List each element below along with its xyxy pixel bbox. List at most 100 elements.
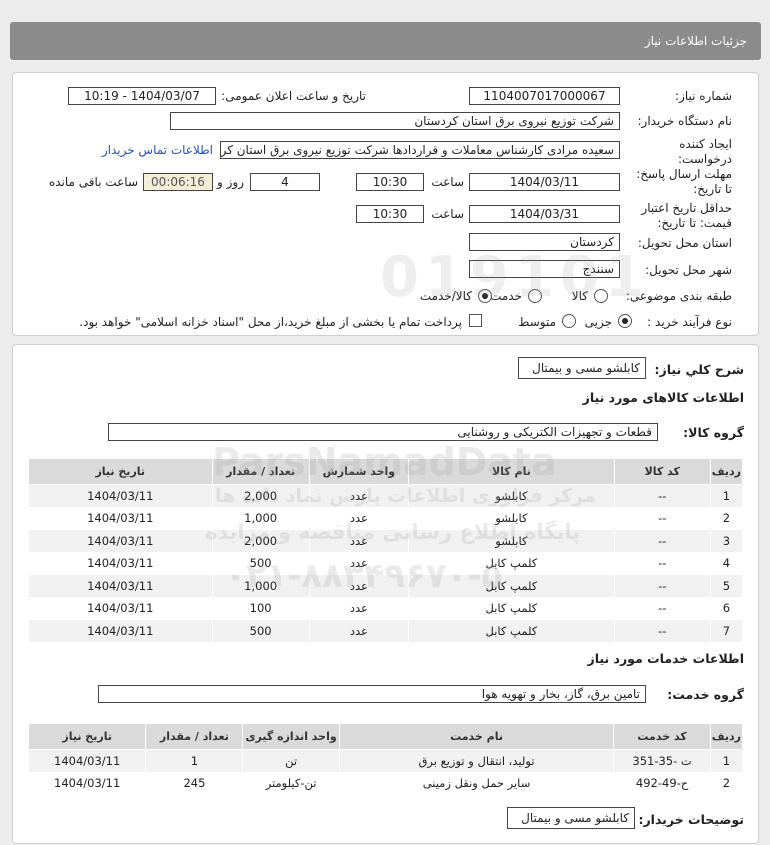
table-row[interactable]: 4 -- کلمپ کابل عدد 500 1404/03/11 (28, 551, 744, 575)
services-cell: 1404/03/11 (27, 771, 147, 795)
goods-cell: عدد (308, 596, 410, 620)
page-header: جزئیات اطلاعات نیاز (10, 22, 761, 60)
validity-label-2: قیمت: تا تاریخ: (657, 216, 732, 230)
goods-cell: کابلشو (408, 484, 615, 508)
services-group-field[interactable]: تامین برق، گاز، بخار و تهویه هوا (98, 685, 646, 703)
goods-cell: 100 (211, 596, 310, 620)
goods-cell: کلمپ کابل (408, 596, 615, 620)
days-remaining-field[interactable]: 4 (250, 173, 320, 191)
goods-cell: 1404/03/11 (28, 574, 213, 598)
process-medium-radio[interactable] (562, 314, 576, 328)
treasury-payment-checkbox[interactable] (469, 314, 482, 327)
services-header-cell: واحد اندازه گیری (242, 723, 340, 750)
deadline-time-field[interactable]: 10:30 (356, 173, 424, 191)
validity-time-field[interactable]: 10:30 (356, 205, 424, 223)
goods-cell: 500 (211, 551, 310, 575)
services-cell: ح-49-492 (613, 771, 711, 795)
buyer-notes-field[interactable]: کابلشو مسی و بیمتال (507, 807, 635, 829)
items-panel: شرح کلي نياز: کابلشو مسی و بیمتال اطلاعا… (12, 344, 759, 844)
table-row[interactable]: 1ت -35-351 تولید، انتقال و توزیع برق تن 1 14… (27, 749, 744, 773)
goods-cell: کلمپ کابل (408, 619, 615, 643)
validity-label-1: حداقل تاریخ اعتبار (641, 201, 732, 215)
announce-datetime-field[interactable]: 1404/03/07 - 10:19 (68, 87, 216, 105)
goods-group-field[interactable]: قطعات و تجهیزات الکتریکی و روشنایی (108, 423, 658, 441)
goods-cell: عدد (308, 574, 410, 598)
summary-field[interactable]: کابلشو مسی و بیمتال (518, 357, 646, 379)
goods-cell: 1404/03/11 (28, 551, 213, 575)
table-row[interactable]: 2 ح-49-492 سایر حمل ونقل زمینی تن-کیلومتر 24… (27, 771, 744, 795)
goods-header-cell: تاریخ نیاز (28, 458, 213, 485)
creator-field[interactable]: سعیده مرادی کارشناس معاملات و قراردادها … (220, 141, 620, 159)
goods-cell: 6 (709, 596, 744, 620)
services-cell: سایر حمل ونقل زمینی (338, 771, 615, 795)
goods-cell: 1404/03/11 (28, 529, 213, 553)
days-label: روز و (217, 175, 244, 189)
services-cell: 1 (145, 749, 244, 773)
validity-date-field[interactable]: 1404/03/31 (469, 205, 620, 223)
goods-cell: -- (613, 596, 711, 620)
category-both-label: کالا/خدمت (419, 289, 472, 303)
province-field[interactable]: کردستان (469, 233, 620, 251)
buyer-contact-link[interactable]: اطلاعات تماس خریدار (102, 143, 213, 157)
goods-header-cell: ردیف (709, 458, 744, 485)
goods-header-cell: نام کالا (408, 458, 615, 485)
goods-cell: کلمپ کابل (408, 574, 615, 598)
goods-cell: 1,000 (211, 506, 310, 530)
services-cell: 1404/03/11 (27, 749, 147, 773)
services-cell: 245 (145, 771, 244, 795)
goods-cell: 1404/03/11 (28, 506, 213, 530)
goods-table: ردیف کد کالا نام کالا واحد شمارش تعداد / مقد… (28, 458, 744, 643)
city-label: شهر محل تحویل: (645, 263, 732, 277)
category-goods-radio[interactable] (594, 289, 608, 303)
need-number-label: شماره نیاز: (675, 89, 732, 103)
goods-cell: 2,000 (211, 529, 310, 553)
buyer-org-field[interactable]: شرکت توزیع نیروی برق استان کردستان (170, 112, 620, 130)
goods-cell: عدد (308, 529, 410, 553)
process-partial-radio[interactable] (618, 314, 632, 328)
goods-cell: عدد (308, 619, 410, 643)
process-type-label: نوع فرآیند خرید : (647, 315, 732, 329)
table-row[interactable]: 3 -- کابلشو عدد 2,000 1404/03/11 (28, 529, 744, 553)
category-service-label: خدمت (490, 289, 522, 303)
table-row[interactable]: 2 -- کابلشو عدد 1,000 1404/03/11 (28, 506, 744, 530)
services-cell: 2 (709, 771, 744, 795)
services-header-cell: نام خدمت (338, 723, 615, 750)
buyer-org-label: نام دستگاه خریدار: (637, 114, 733, 128)
table-row[interactable]: 6 -- کلمپ کابل عدد 100 1404/03/11 (28, 596, 744, 620)
goods-cell: -- (613, 619, 711, 643)
goods-cell: 1404/03/11 (28, 596, 213, 620)
category-label: طبقه بندی موضوعی: (625, 289, 732, 303)
goods-cell: 1404/03/11 (28, 484, 213, 508)
services-section-title: اطلاعات خدمات مورد نیاز (587, 651, 745, 666)
goods-section-title: اطلاعات کالاهای مورد نیاز (582, 390, 744, 405)
goods-cell: 1 (709, 484, 744, 508)
time-remaining-field: 00:06:16 (143, 173, 213, 191)
services-cell: 1 (709, 749, 744, 773)
services-cell: تن-کیلومتر (242, 771, 340, 795)
deadline-label-1: مهلت ارسال پاسخ: (636, 167, 732, 181)
buyer-notes-label: توضیحات خریدار: (638, 812, 744, 827)
services-header-cell: ردیف (709, 723, 744, 750)
page-title: جزئیات اطلاعات نیاز (644, 34, 747, 48)
validity-time-label: ساعت (431, 207, 464, 221)
goods-cell: 2,000 (211, 484, 310, 508)
deadline-date-field[interactable]: 1404/03/11 (469, 173, 620, 191)
goods-cell: کلمپ کابل (408, 551, 615, 575)
table-row[interactable]: 5 -- کلمپ کابل عدد 1,000 1404/03/11 (28, 574, 744, 598)
goods-cell: -- (613, 574, 711, 598)
goods-cell: عدد (308, 484, 410, 508)
need-details-panel: شماره نیاز: 1104007017000067 تاریخ و ساع… (12, 72, 759, 336)
table-row[interactable]: 1 -- کابلشو عدد 2,000 1404/03/11 (28, 484, 744, 508)
services-cell: ت -35-351 (613, 749, 711, 773)
services-cell: تن (242, 749, 340, 773)
need-number-field[interactable]: 1104007017000067 (469, 87, 620, 105)
goods-cell: 2 (709, 506, 744, 530)
category-both-radio[interactable] (478, 289, 492, 303)
creator-label-2: درخواست: (678, 152, 732, 166)
category-service-radio[interactable] (528, 289, 542, 303)
table-row[interactable]: 7 -- کلمپ کابل عدد 500 1404/03/11 (28, 619, 744, 643)
city-field[interactable]: سنندج (469, 260, 620, 278)
deadline-label-2: تا تاریخ: (693, 182, 732, 196)
services-table: ردیف کد خدمت نام خدمت واحد اندازه گیری تعداد… (27, 723, 744, 795)
services-cell: تولید، انتقال و توزیع برق (338, 749, 615, 773)
